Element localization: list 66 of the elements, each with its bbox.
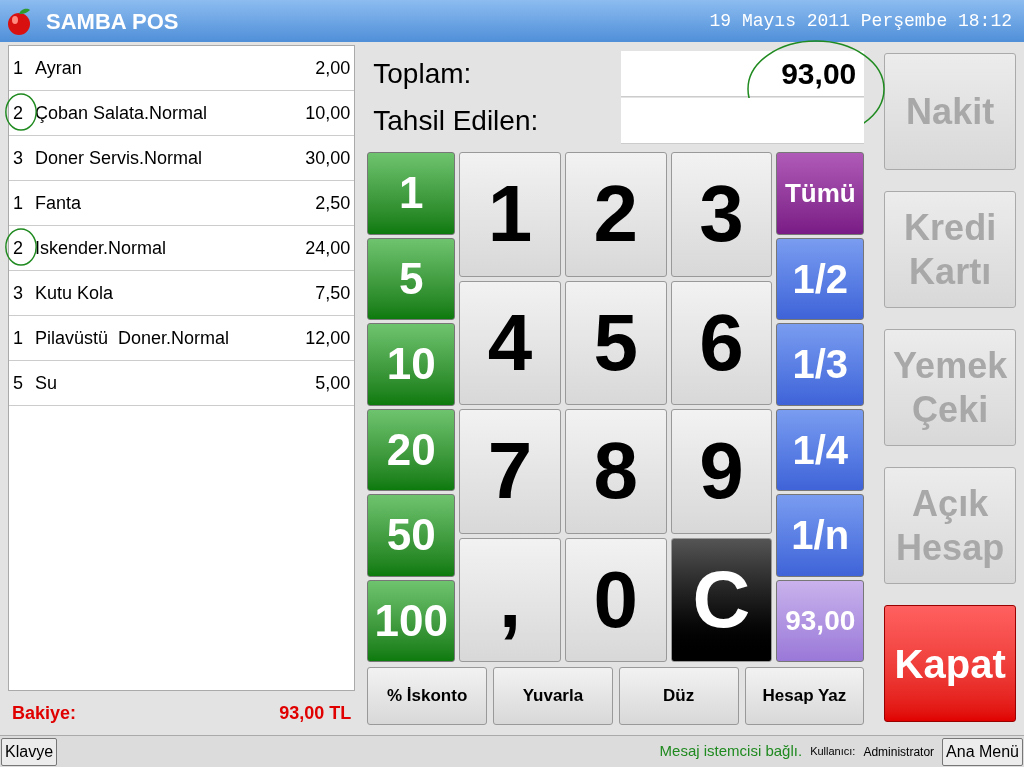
order-item[interactable]: 1 Ayran 2,00 [9, 46, 355, 91]
item-name: Doner Servis.Normal [35, 146, 204, 170]
total-value: 93,00 [781, 55, 857, 92]
item-quantity: 2 [13, 99, 35, 127]
item-quantity: 3 [13, 146, 24, 170]
item-name: Fanta [35, 191, 83, 215]
total-label: Toplam: [372, 56, 473, 91]
balance-value: 93,00 TL [279, 701, 352, 725]
item-quantity: 3 [13, 281, 24, 305]
balance-label: Bakiye: [12, 701, 77, 725]
split-button[interactable]: 1/n [776, 494, 865, 577]
clear-button[interactable]: C [670, 537, 773, 662]
order-item[interactable]: 2 Iskender.Normal 24,00 [9, 226, 355, 271]
item-price: 2,00 [315, 56, 351, 80]
split-button[interactable]: Tümü [776, 152, 865, 235]
item-price: 24,00 [305, 236, 351, 260]
item-name: Ayran [35, 56, 83, 80]
keypad-button[interactable]: 4 [459, 280, 561, 405]
main-menu-button[interactable]: Ana Menü [942, 737, 1023, 766]
keypad-button[interactable]: 7 [459, 409, 561, 534]
item-quantity: 1 [13, 191, 24, 215]
order-item[interactable]: 1 Pilavüstü Doner.Normal 12,00 [9, 316, 355, 361]
keypad-button[interactable]: 3 [670, 152, 773, 277]
item-price: 7,50 [315, 281, 351, 305]
window-title: SAMBA POS [46, 7, 179, 36]
keypad-button[interactable]: 1 [459, 152, 561, 277]
date-time: 19 Mayıs 2011 Perşembe 18:12 [709, 9, 1012, 33]
item-quantity: 2 [13, 234, 35, 262]
order-item[interactable]: 5 Su 5,00 [9, 361, 355, 406]
user-label: Kullanıcı: [810, 744, 856, 760]
item-name: Iskender.Normal [35, 236, 168, 260]
keypad-button[interactable]: 6 [670, 280, 773, 405]
item-name: Pilavüstü Doner.Normal [35, 326, 231, 350]
total-label: Tahsil Edilen: [372, 103, 540, 138]
item-quantity: 1 [13, 56, 24, 80]
order-item[interactable]: 1 Fanta 2,50 [9, 181, 355, 226]
split-button[interactable]: 1/4 [776, 408, 865, 491]
item-price: 30,00 [305, 146, 351, 170]
split-button[interactable]: 1/2 [776, 237, 865, 320]
keypad-button[interactable]: 2 [564, 152, 667, 277]
action-button[interactable]: Düz [618, 667, 739, 725]
item-price: 10,00 [305, 101, 351, 125]
keypad-button[interactable]: 9 [670, 409, 773, 534]
item-name: Çoban Salata.Normal [35, 101, 209, 125]
item-price: 5,00 [315, 371, 351, 395]
keypad-button[interactable]: 8 [564, 409, 667, 534]
action-button[interactable]: Hesap Yaz [744, 667, 865, 725]
user-name: Administrator [863, 743, 935, 761]
item-quantity: 5 [13, 371, 24, 395]
keyboard-button[interactable]: Klavye [1, 737, 58, 766]
action-button[interactable]: % İskonto [367, 667, 488, 725]
action-button[interactable]: Yuvarla [493, 667, 613, 725]
payment-button[interactable]: Kapat [884, 605, 1016, 722]
order-item[interactable]: 3 Kutu Kola 7,50 [9, 271, 355, 316]
item-name: Su [35, 371, 59, 395]
status-message: Mesaj istemcisi bağlı. [659, 741, 803, 762]
keypad-button[interactable]: , [459, 537, 561, 662]
item-name: Kutu Kola [35, 281, 115, 305]
split-button[interactable]: 1/3 [776, 323, 865, 406]
keypad-button[interactable]: 5 [564, 280, 667, 405]
item-quantity: 1 [13, 326, 24, 350]
keypad-button[interactable]: 0 [564, 537, 667, 662]
item-price: 2,50 [315, 191, 351, 215]
item-price: 12,00 [305, 326, 351, 350]
order-item[interactable]: 2 Çoban Salata.Normal 10,00 [9, 91, 355, 136]
order-item[interactable]: 3 Doner Servis.Normal 30,00 [9, 136, 355, 181]
